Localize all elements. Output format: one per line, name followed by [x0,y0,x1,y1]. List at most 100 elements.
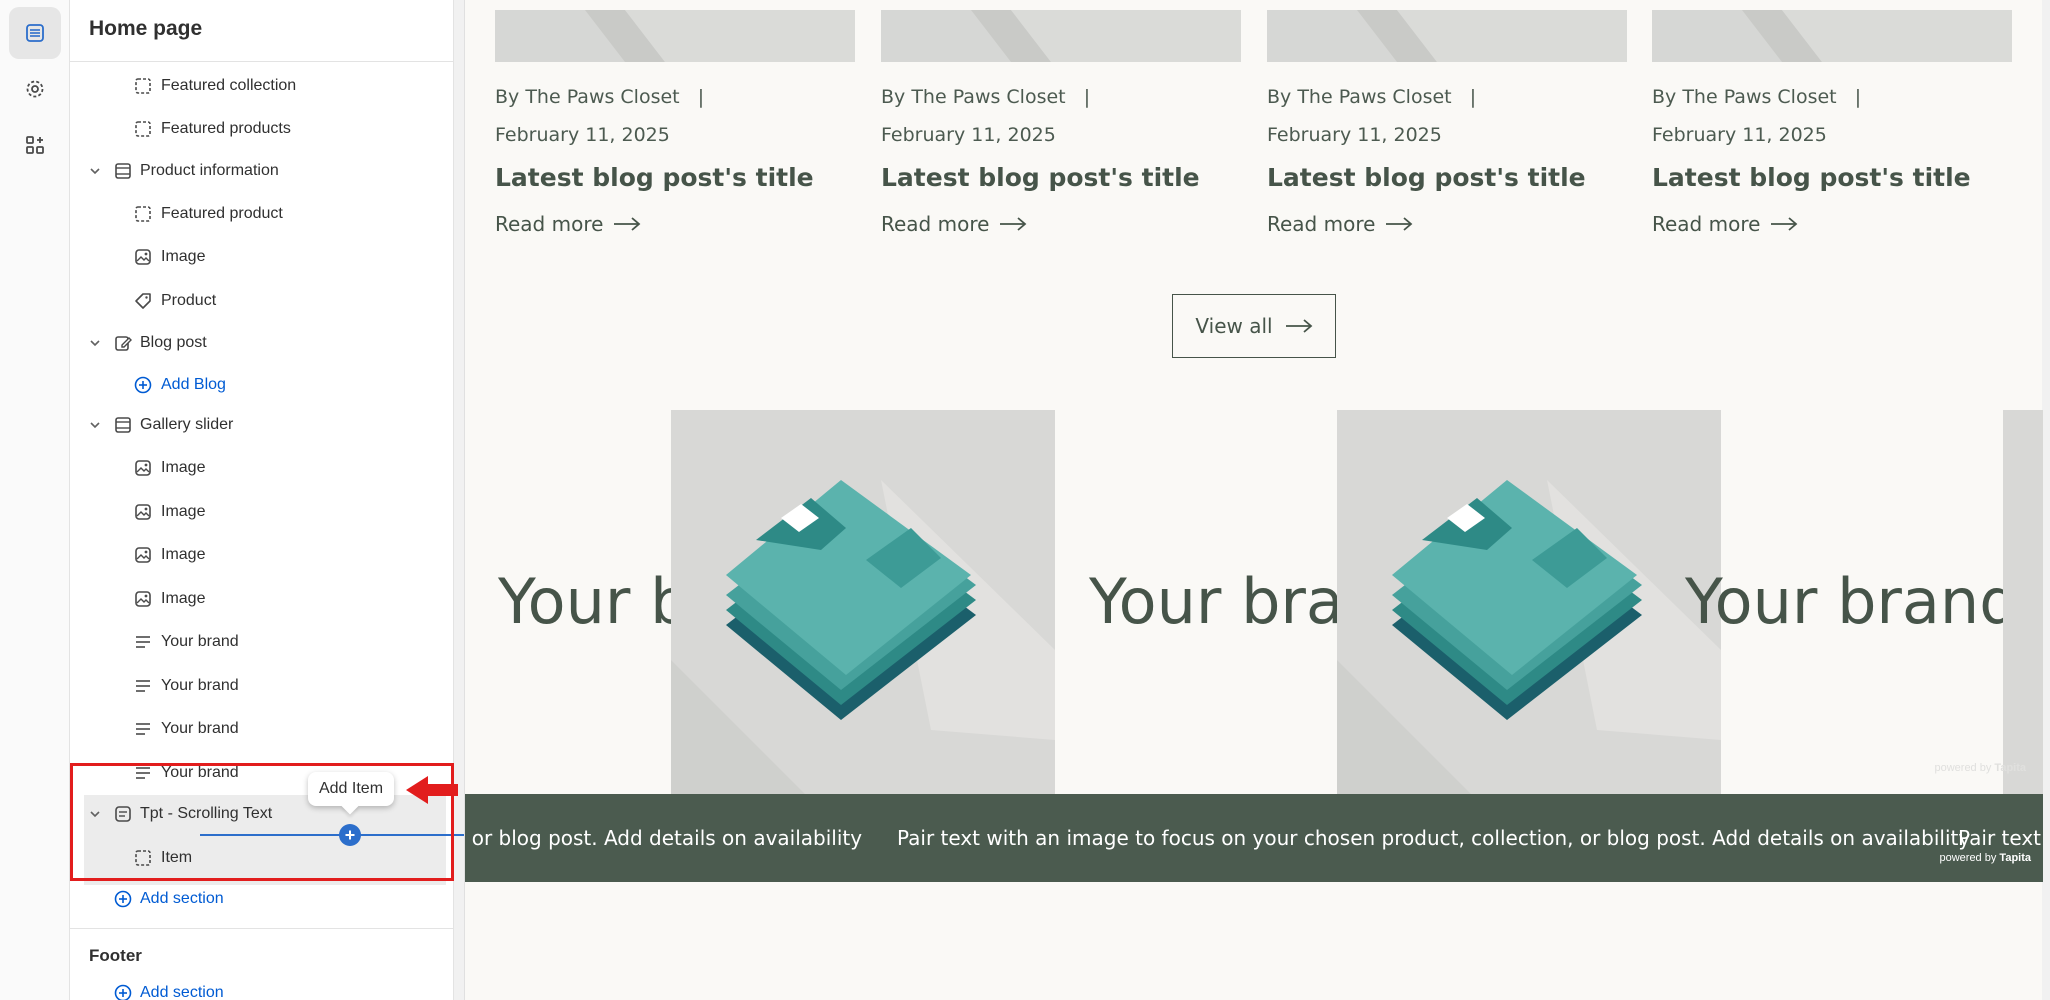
blog-post-title[interactable]: Latest blog post's title [1267,163,1586,192]
block-featured-products[interactable]: Featured products [70,108,454,150]
block-image[interactable]: Image [70,534,454,576]
section-icon [113,161,133,181]
blog-post-title[interactable]: Latest blog post's title [881,163,1200,192]
arrow-right-icon [613,212,641,236]
footer-add-section-label: Add section [140,984,224,1000]
editor-rail [0,0,70,1000]
block-text[interactable]: Your brand [70,621,454,663]
add-section-label: Add section [140,890,224,907]
blog-post-image [495,10,855,62]
block-featured-collection[interactable]: Featured collection [70,65,454,107]
marquee-text-partial: Pair text [1958,826,2042,850]
block-label: Image [161,546,206,563]
block-label: Image [161,248,206,265]
text-icon [133,676,153,696]
section-blog-post[interactable]: Blog post [70,322,454,364]
block-image[interactable]: Image [70,447,454,489]
scrolling-text-bar[interactable]: , or blog post. Add details on availabil… [465,794,2043,882]
block-image[interactable]: Image [70,236,454,278]
blog-post-title[interactable]: Latest blog post's title [495,163,814,192]
block-label: Featured product [161,205,283,222]
gallery-brand-text: Your brand [1685,565,2019,638]
block-image[interactable]: Image [70,578,454,620]
read-more-link[interactable]: Read more [881,212,1027,236]
annotation-highlight-box [70,763,454,881]
block-label: Image [161,590,206,607]
section-gallery-slider[interactable]: Gallery slider [70,404,454,446]
block-icon [133,119,153,139]
blog-post-date: February 11, 2025 [495,124,670,146]
chevron-down-icon[interactable] [87,417,103,433]
blog-post-author: By The Paws Closet | [495,86,705,108]
sidebar-header: Home page [70,0,454,62]
read-more-link[interactable]: Read more [1267,212,1413,236]
section-product-information[interactable]: Product information [70,150,454,192]
blog-post-author: By The Paws Closet | [1652,86,1862,108]
blog-post-image [1652,10,2012,62]
section-label: Gallery slider [140,416,234,433]
arrow-right-icon [1770,212,1798,236]
block-featured-product[interactable]: Featured product [70,193,454,235]
read-more-link[interactable]: Read more [1652,212,1798,236]
block-text[interactable]: Your brand [70,708,454,750]
block-image[interactable]: Image [70,491,454,533]
settings-gear-icon[interactable] [9,63,61,115]
gallery-image-shirt [1337,410,1721,794]
marquee-text: Pair text with an image to focus on your… [897,826,1971,850]
view-all-button[interactable]: View all [1172,294,1336,358]
section-icon [113,415,133,435]
arrow-right-icon [1285,314,1313,338]
blog-post-image [881,10,1241,62]
image-icon [133,589,153,609]
page-title: Home page [89,17,203,40]
block-product[interactable]: Product [70,280,454,322]
block-label: Image [161,503,206,520]
add-section-button[interactable]: Add section [70,878,454,920]
gallery-image-shirt [671,410,1055,794]
gallery-slider[interactable]: Your brand Your brand Your brand [465,410,2043,794]
block-label: Your brand [161,633,239,650]
image-icon [133,502,153,522]
blog-post-author: By The Paws Closet | [1267,86,1477,108]
chevron-down-icon[interactable] [87,335,103,351]
add-blog-button[interactable]: Add Blog [70,364,454,406]
text-icon [133,719,153,739]
footer-add-section-button[interactable]: Add section [70,972,454,1000]
section-label: Product information [140,162,279,179]
block-label: Featured collection [161,77,297,94]
preview-canvas: By The Paws Closet | February 11, 2025 L… [464,0,2043,1000]
blog-post-date: February 11, 2025 [1652,124,1827,146]
blog-post-author: By The Paws Closet | [881,86,1091,108]
block-label: Your brand [161,720,239,737]
image-icon [133,247,153,267]
tag-icon [133,291,153,311]
block-label: Featured products [161,120,291,137]
plus-circle-icon [113,889,133,909]
arrow-right-icon [1385,212,1413,236]
read-more-link[interactable]: Read more [495,212,641,236]
gallery-image-partial [2003,410,2043,794]
theme-editor: { "sidebar": { "title": "Home page", "ro… [0,0,2050,1000]
image-icon [133,458,153,478]
chevron-down-icon[interactable] [87,163,103,179]
block-text[interactable]: Your brand [70,665,454,707]
apps-icon[interactable] [9,119,61,171]
blog-post-image [1267,10,1627,62]
plus-circle-icon [113,983,133,1000]
sections-icon[interactable] [9,7,61,59]
section-label: Blog post [140,334,207,351]
powered-by-badge: powered by Tapita [1939,852,2031,864]
blog-post-title[interactable]: Latest blog post's title [1652,163,1971,192]
add-blog-label: Add Blog [161,376,226,393]
edit-icon [113,333,133,353]
block-icon [133,76,153,96]
arrow-right-icon [999,212,1027,236]
block-label: Your brand [161,677,239,694]
plus-circle-icon [133,375,153,395]
block-label: Product [161,292,217,309]
image-icon [133,545,153,565]
footer-group-title: Footer [89,946,142,965]
block-icon [133,204,153,224]
text-icon [133,632,153,652]
powered-by-badge-faint: powered by Tapita [1934,762,2026,774]
